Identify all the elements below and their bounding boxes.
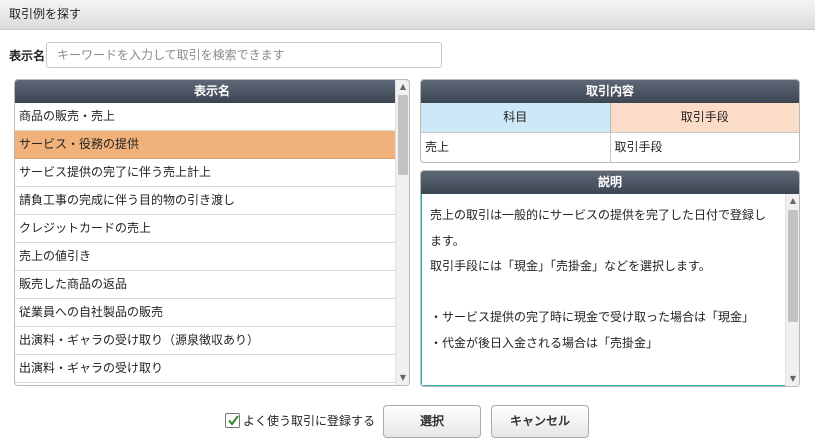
checkmark-icon: [228, 415, 239, 426]
kamoku-column-header: 科目: [421, 103, 611, 132]
dialog-title: 取引例を探す: [0, 0, 815, 30]
select-button[interactable]: 選択: [383, 405, 481, 438]
list-header: 表示名: [15, 80, 409, 103]
cancel-button[interactable]: キャンセル: [491, 405, 589, 438]
explanation-line: 取引手段には「現金」「売掛金」などを選択します。: [430, 259, 711, 273]
scroll-down-arrow-icon[interactable]: ▼: [396, 371, 409, 385]
explanation-text: 売上の取引は一般的にサービスの提供を完了した日付で登録し ます。 取引手段には「…: [430, 203, 782, 356]
explanation-line: 売上の取引は一般的にサービスの提供を完了した日付で登録し: [430, 208, 767, 222]
list-item[interactable]: クレジットカードの売上: [15, 215, 395, 243]
detail-header: 取引内容: [421, 80, 799, 103]
explanation-line: ます。: [430, 233, 465, 248]
shudan-column-header: 取引手段: [610, 103, 799, 132]
list-item[interactable]: 出演料・ギャラの受け取り: [15, 355, 395, 383]
explanation-line: ・代金が後日入金される場合は「売掛金」: [430, 335, 659, 350]
list-item[interactable]: 販売した商品の返品: [15, 271, 395, 299]
list-scrollbar[interactable]: ▲ ▼: [395, 80, 409, 385]
list-scroll-thumb[interactable]: [398, 95, 408, 175]
kamoku-value: 売上: [421, 133, 611, 162]
list-item[interactable]: 売上の値引き: [15, 243, 395, 271]
search-label: 表示名: [9, 49, 46, 63]
search-row: 表示名: [9, 42, 449, 68]
explanation-line: [430, 280, 782, 306]
scroll-down-arrow-icon[interactable]: ▼: [786, 372, 799, 386]
list-item[interactable]: サービス提供の完了に伴う売上計上: [15, 159, 395, 187]
transaction-detail-panel: 取引内容 科目 取引手段 売上 取引手段: [420, 79, 800, 163]
list-item[interactable]: 商品の販売・売上: [15, 103, 395, 131]
explanation-line: ・サービス提供の完了時に現金で受け取った場合は「現金」: [430, 310, 755, 324]
search-input[interactable]: [46, 42, 442, 68]
transaction-list: 商品の販売・売上 サービス・役務の提供 サービス提供の完了に伴う売上計上 請負工…: [15, 103, 395, 385]
scroll-up-arrow-icon[interactable]: ▲: [396, 80, 409, 94]
scroll-up-arrow-icon[interactable]: ▲: [786, 194, 799, 208]
list-item[interactable]: 従業員への自社製品の販売: [15, 299, 395, 327]
explanation-scroll-thumb[interactable]: [788, 210, 798, 322]
explanation-header: 説明: [421, 171, 799, 194]
register-frequent-checkbox[interactable]: [225, 413, 240, 428]
detail-column-headers: 科目 取引手段: [421, 103, 799, 132]
detail-values-row: 売上 取引手段: [421, 132, 799, 162]
transaction-list-panel: 表示名 商品の販売・売上 サービス・役務の提供 サービス提供の完了に伴う売上計上…: [14, 79, 410, 386]
list-item-selected[interactable]: サービス・役務の提供: [15, 131, 395, 159]
explanation-scrollbar[interactable]: ▲ ▼: [785, 194, 799, 386]
shudan-value: 取引手段: [614, 140, 663, 154]
explanation-panel: 説明 売上の取引は一般的にサービスの提供を完了した日付で登録し ます。 取引手段…: [420, 170, 800, 387]
explanation-text-area[interactable]: 売上の取引は一般的にサービスの提供を完了した日付で登録し ます。 取引手段には「…: [421, 194, 799, 386]
list-item[interactable]: 請負工事の完成に伴う目的物の引き渡し: [15, 187, 395, 215]
list-item[interactable]: 出演料・ギャラの受け取り（源泉徴収あり）: [15, 327, 395, 355]
register-frequent-label[interactable]: よく使う取引に登録する: [243, 412, 375, 429]
